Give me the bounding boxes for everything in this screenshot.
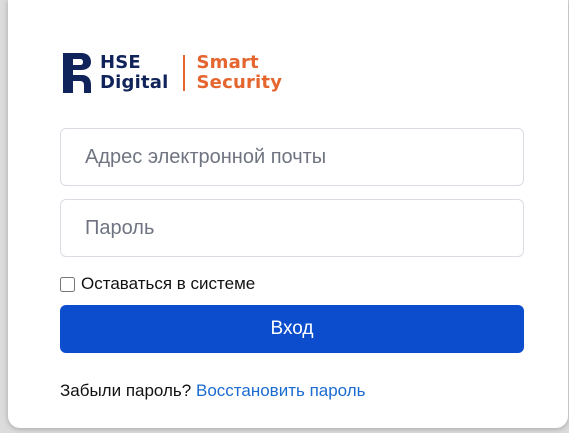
logo-line-smart: Smart	[196, 52, 259, 73]
remember-me[interactable]: Оставаться в системе	[60, 273, 255, 295]
login-card: HSE Digital Smart Security Оставаться в …	[8, 0, 568, 428]
forgot-password-text: Забыли пароль?	[60, 381, 192, 400]
remember-me-label: Оставаться в системе	[81, 274, 256, 293]
hse-smart-security-logo: HSE Digital Smart Security	[60, 50, 282, 96]
hse-digital-wordmark: HSE Digital	[100, 53, 169, 93]
smart-security-wordmark: Smart Security	[197, 53, 283, 93]
forgot-password-row: Забыли пароль? Восстановить пароль	[60, 381, 366, 401]
logo-line-digital: Digital	[100, 72, 169, 93]
remember-me-checkbox[interactable]	[60, 276, 75, 292]
restore-password-link[interactable]: Восстановить пароль	[196, 381, 366, 400]
logo-divider	[182, 55, 185, 91]
login-button[interactable]: Вход	[60, 305, 524, 353]
logo-line-security: Security	[196, 72, 283, 93]
email-field[interactable]	[60, 128, 524, 186]
logo-line-hse: HSE	[100, 52, 141, 73]
password-field[interactable]	[60, 199, 524, 257]
hse-logo-icon	[63, 53, 91, 93]
